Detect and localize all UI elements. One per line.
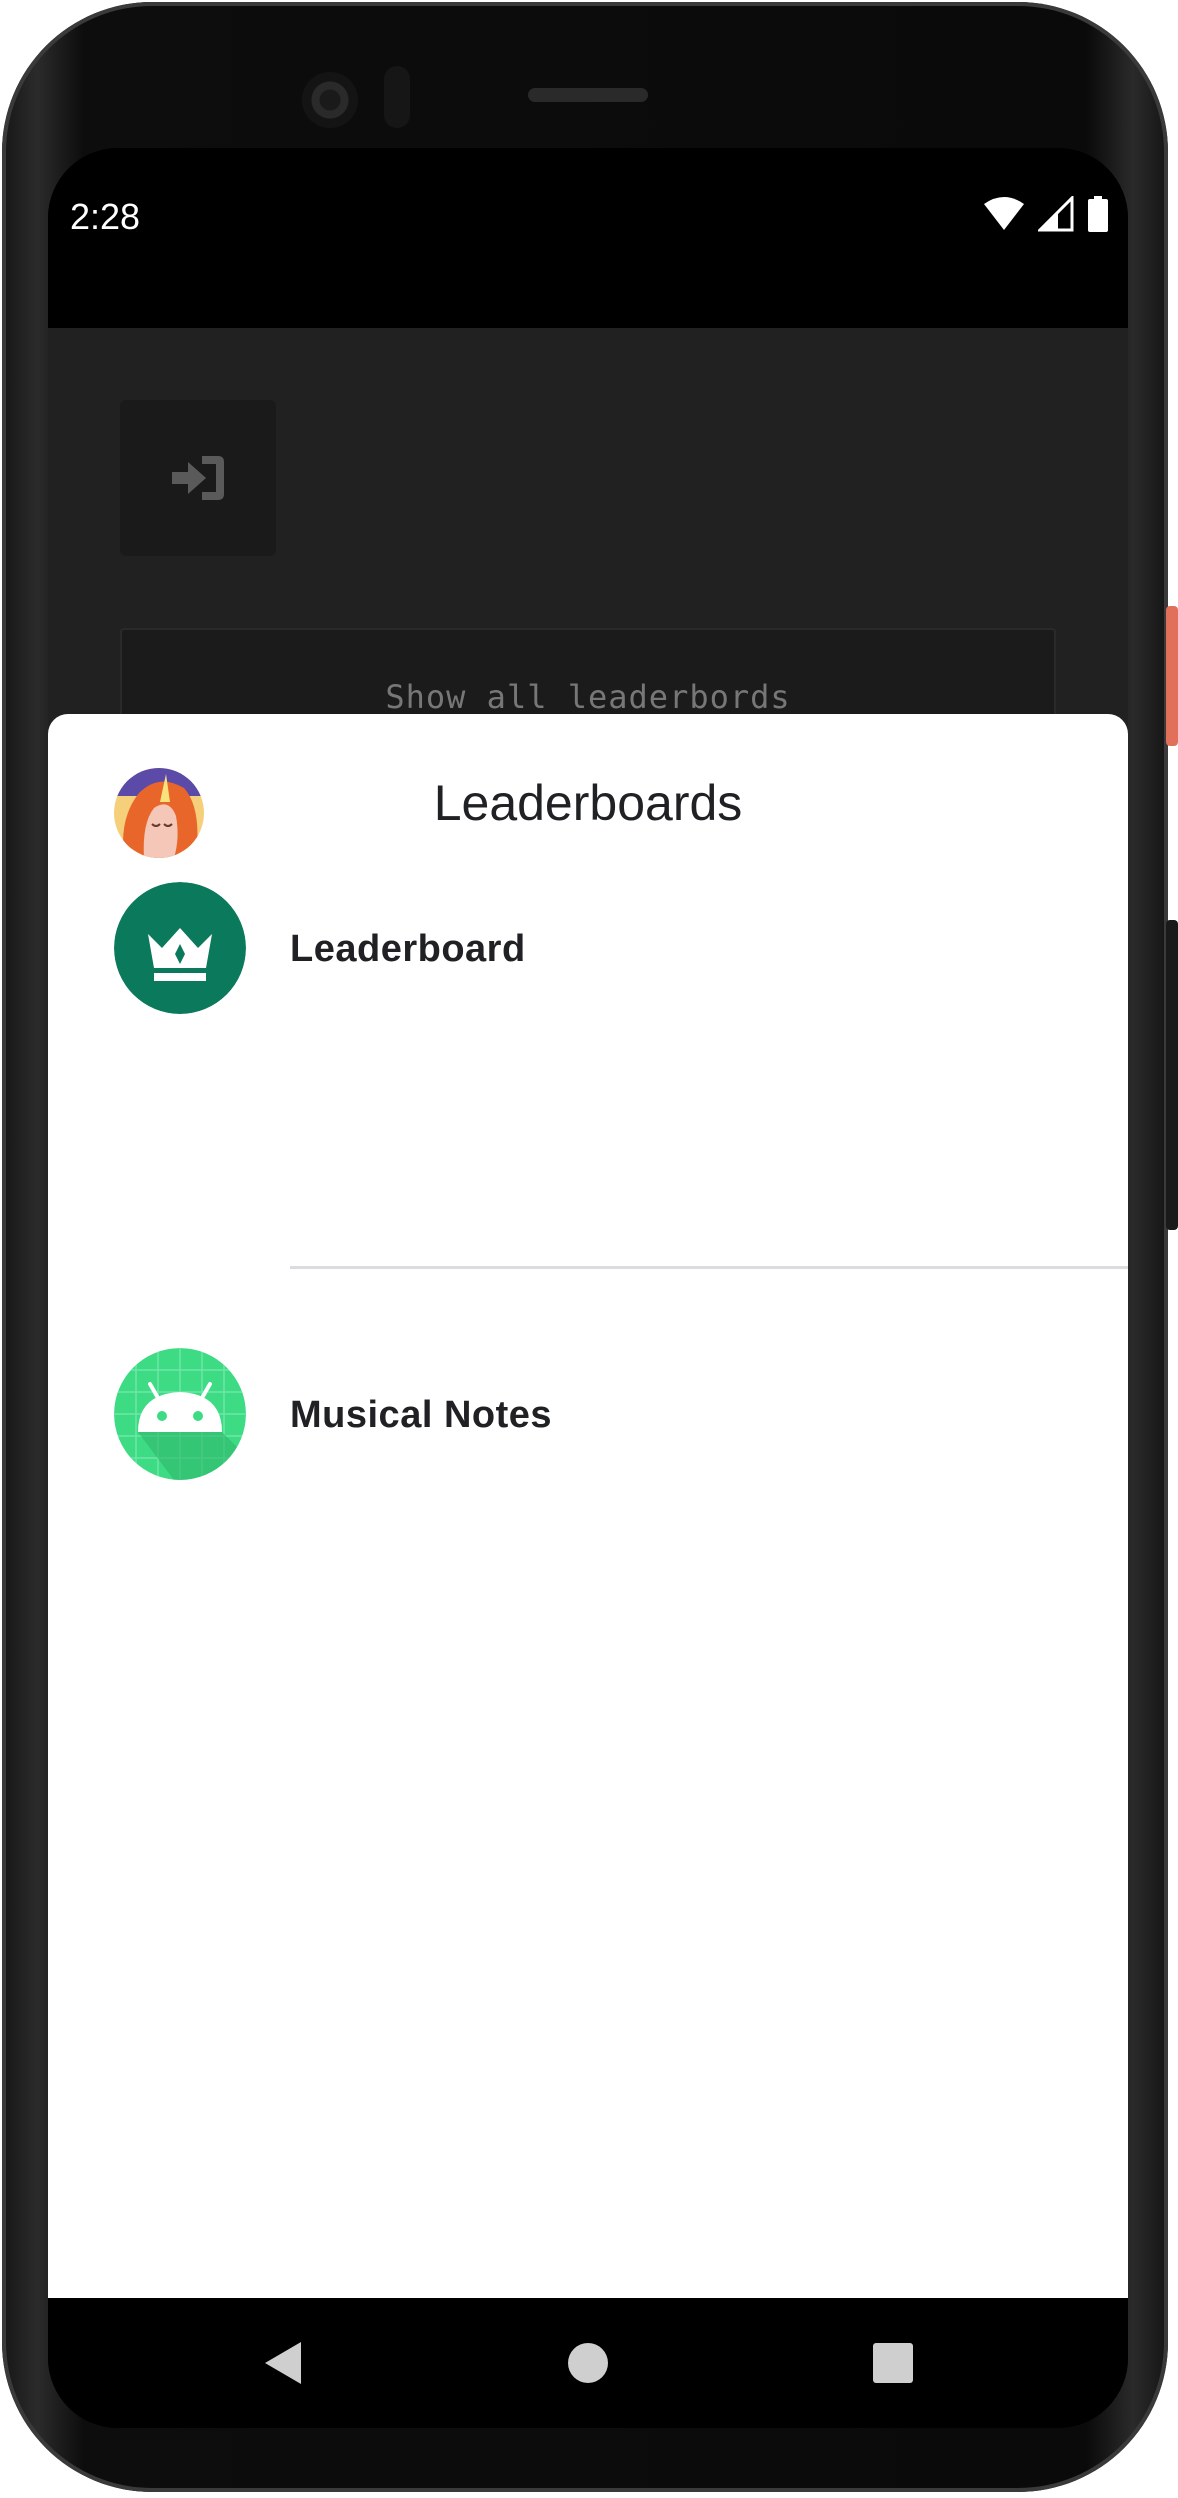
home-circle-icon: [568, 2343, 608, 2383]
front-camera: [302, 72, 358, 128]
sheet-title: Leaderboards: [433, 775, 743, 831]
sign-in-icon: [172, 456, 224, 500]
signal-icon: [1038, 196, 1074, 232]
recents-square-icon: [873, 2343, 913, 2383]
list-item-musical-notes[interactable]: Musical Notes: [48, 1302, 1128, 1542]
nav-recents-button[interactable]: [858, 2328, 928, 2398]
battery-icon: [1088, 196, 1108, 232]
android-icon: [114, 1348, 246, 1480]
crown-icon: [114, 882, 246, 1014]
earpiece-speaker: [528, 88, 648, 102]
volume-button: [1166, 920, 1178, 1230]
status-time: 2:28: [70, 196, 141, 237]
list-item-label: Musical Notes: [290, 1394, 553, 1436]
leaderboards-sheet: Leaderboards Leaderboard Musical Notes: [48, 714, 1128, 2298]
list-item-leaderboard[interactable]: Leaderboard: [48, 836, 1128, 1076]
list-divider: [290, 1266, 1128, 1269]
navigation-bar: [48, 2298, 1128, 2428]
back-triangle-icon: [265, 2342, 301, 2384]
status-icons: [984, 196, 1108, 232]
wifi-icon: [984, 197, 1024, 230]
status-bar: 2:28: [48, 148, 1128, 328]
power-button: [1166, 606, 1178, 746]
nav-home-button[interactable]: [553, 2328, 623, 2398]
sign-in-button[interactable]: [120, 400, 276, 556]
phone-frame: 2:28 Show all leaderbords Leaderboards L…: [2, 2, 1168, 2492]
list-item-label: Leaderboard: [290, 928, 526, 970]
proximity-sensor: [384, 66, 410, 128]
screen: 2:28 Show all leaderbords Leaderboards L…: [48, 148, 1128, 2428]
nav-back-button[interactable]: [248, 2328, 318, 2398]
